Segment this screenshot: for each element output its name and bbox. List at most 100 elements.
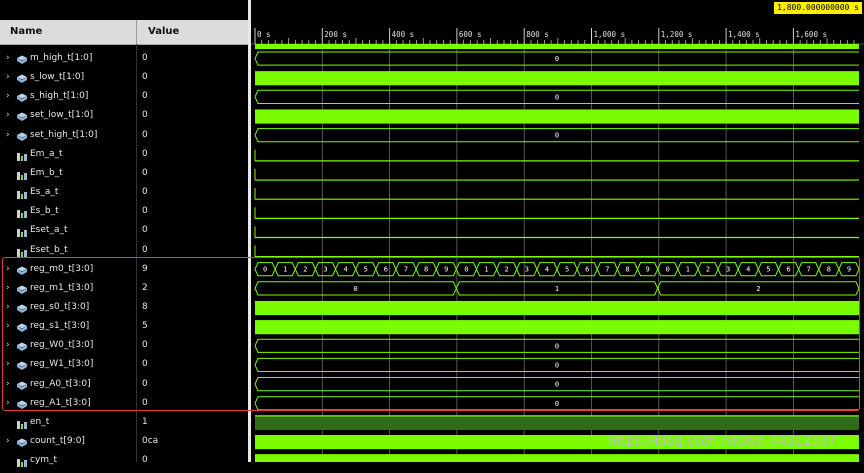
signal-row[interactable]: Eset_b_t 0 bbox=[0, 241, 248, 260]
signal-row[interactable]: › count_t[9:0] 0ca bbox=[0, 432, 248, 451]
signal-value: 0 bbox=[142, 110, 148, 121]
signal-value: 5 bbox=[142, 321, 148, 332]
bus-segment-label: 2 bbox=[303, 266, 307, 274]
bus-segment-label: 4 bbox=[545, 266, 549, 274]
column-header: Name Value bbox=[0, 20, 248, 45]
expand-chevron-icon[interactable]: › bbox=[6, 53, 14, 63]
signal-row[interactable]: › reg_W0_t[3:0] 0 bbox=[0, 336, 248, 355]
bus-segment-label: 2 bbox=[756, 285, 760, 293]
bit-signal-icon bbox=[16, 224, 28, 238]
signal-value: 0 bbox=[142, 72, 148, 83]
signal-row[interactable]: Em_a_t 0 bbox=[0, 145, 248, 164]
expand-chevron-icon[interactable]: › bbox=[6, 283, 14, 293]
signal-name: reg_s1_t[3:0] bbox=[30, 321, 90, 332]
bus-segment-label: 6 bbox=[585, 266, 589, 274]
signal-row[interactable]: › reg_A1_t[3:0] 0 bbox=[0, 394, 248, 413]
waveform-canvas[interactable]: 0 s 200 s 400 s 600 s 800 s 1,000 s 1,200 s 1,4… bbox=[251, 0, 864, 462]
bus-segment-label: 5 bbox=[565, 266, 569, 274]
expand-chevron-icon[interactable]: › bbox=[6, 130, 14, 140]
bus-signal-icon bbox=[16, 282, 28, 294]
bus-segment-label: 6 bbox=[786, 266, 790, 274]
bit-signal-icon bbox=[16, 186, 28, 200]
high-bit-fill bbox=[255, 415, 859, 430]
bus-segment-label: 0 bbox=[464, 266, 468, 274]
bus-segment-label: 7 bbox=[807, 266, 811, 274]
bus-value-label: 0 bbox=[555, 55, 559, 63]
signal-value: 0 bbox=[142, 397, 148, 408]
bus-segment-label: 1 bbox=[484, 266, 488, 274]
bus-value-label: 0 bbox=[555, 381, 559, 389]
expand-chevron-icon[interactable]: › bbox=[6, 379, 14, 389]
signal-name: reg_A1_t[3:0] bbox=[30, 397, 91, 408]
signal-row[interactable]: Es_b_t 0 bbox=[0, 202, 248, 221]
cursor-time-marker[interactable]: 1,800.000000000 s bbox=[774, 2, 862, 14]
bus-segment-label: 5 bbox=[766, 266, 770, 274]
signal-row[interactable]: › s_high_t[1:0] 0 bbox=[0, 87, 248, 106]
bit-signal-icon bbox=[16, 454, 28, 468]
bus-signal-icon bbox=[16, 263, 28, 275]
expand-chevron-icon[interactable]: › bbox=[6, 340, 14, 350]
signal-value: 8 bbox=[142, 301, 148, 312]
signal-row[interactable]: › reg_s1_t[3:0] 5 bbox=[0, 317, 248, 336]
signal-row[interactable]: › set_high_t[1:0] 0 bbox=[0, 126, 248, 145]
bit-signal-icon bbox=[16, 167, 28, 180]
expand-chevron-icon[interactable]: › bbox=[6, 264, 14, 274]
signal-row[interactable]: en_t 1 bbox=[0, 413, 248, 432]
signal-value: 0 bbox=[142, 340, 148, 351]
signal-value: 0 bbox=[142, 167, 148, 178]
ruler-tick-label: 1,600 s bbox=[795, 30, 827, 39]
signal-row[interactable]: Es_a_t 0 bbox=[0, 183, 248, 202]
solid-bus-waveform bbox=[255, 71, 859, 86]
bus-segment-label: 8 bbox=[827, 266, 831, 274]
bus-signal-icon bbox=[16, 129, 28, 141]
expand-chevron-icon[interactable]: › bbox=[6, 436, 14, 446]
signal-name: m_high_t[1:0] bbox=[30, 53, 93, 63]
signal-value: 0 bbox=[142, 187, 148, 198]
signal-value: 0 bbox=[142, 244, 148, 255]
signal-row[interactable]: cym_t 0 bbox=[0, 451, 248, 470]
name-column-header[interactable]: Name bbox=[10, 20, 42, 44]
bus-segment-label: 2 bbox=[706, 266, 710, 274]
signal-name: reg_m0_t[3:0] bbox=[30, 263, 94, 274]
signal-row[interactable]: › m_high_t[1:0] 0 bbox=[0, 49, 248, 68]
signal-row[interactable]: › reg_m1_t[3:0] 2 bbox=[0, 279, 248, 298]
expand-chevron-icon[interactable]: › bbox=[6, 110, 14, 120]
expand-chevron-icon[interactable]: › bbox=[6, 72, 14, 82]
signal-row[interactable]: › s_low_t[1:0] 0 bbox=[0, 68, 248, 87]
column-splitter[interactable] bbox=[136, 20, 137, 44]
signal-name: s_high_t[1:0] bbox=[30, 91, 89, 102]
bit-signal-icon bbox=[16, 205, 28, 219]
bus-segment-label: 8 bbox=[625, 266, 629, 274]
solid-bus-waveform bbox=[255, 109, 859, 124]
signal-value: 0 bbox=[142, 359, 148, 370]
signal-name-panel: Name Value › m_high_t[1:0] 0 › s_low_t[1:0] 0… bbox=[0, 0, 250, 468]
signal-row[interactable]: › reg_A0_t[3:0] 0 bbox=[0, 375, 248, 394]
ruler-tick-label: 1,400 s bbox=[728, 30, 760, 39]
bus-value-label: 0 bbox=[555, 400, 559, 408]
bus-signal-icon bbox=[16, 358, 28, 371]
expand-chevron-icon[interactable]: › bbox=[6, 91, 14, 101]
expand-chevron-icon[interactable]: › bbox=[6, 398, 14, 408]
expand-chevron-icon[interactable]: › bbox=[6, 321, 14, 331]
expand-chevron-icon[interactable]: › bbox=[6, 302, 14, 312]
signal-row[interactable]: › set_low_t[1:0] 0 bbox=[0, 106, 248, 125]
signal-row[interactable]: › reg_W1_t[3:0] 0 bbox=[0, 355, 248, 374]
signal-name: en_t bbox=[30, 416, 50, 427]
value-column-header[interactable]: Value bbox=[148, 20, 179, 44]
waveform-panel[interactable]: 0 s 200 s 400 s 600 s 800 s 1,000 s 1,200 s 1,4… bbox=[251, 0, 864, 462]
signal-value: 0 bbox=[142, 455, 148, 466]
bus-signal-icon bbox=[16, 71, 28, 84]
bus-signal-icon bbox=[16, 378, 28, 390]
signal-value: 0 bbox=[142, 206, 148, 217]
signal-value: 9 bbox=[142, 263, 148, 274]
expand-chevron-icon[interactable]: › bbox=[6, 359, 14, 369]
signal-row[interactable]: › reg_m0_t[3:0] 9 bbox=[0, 260, 248, 279]
signal-name: Es_b_t bbox=[30, 206, 59, 217]
bus-signal-icon bbox=[16, 52, 28, 64]
signal-name: Em_b_t bbox=[30, 167, 63, 178]
signal-row[interactable]: Em_b_t 0 bbox=[0, 164, 248, 183]
signal-row[interactable]: Eset_a_t 0 bbox=[0, 221, 248, 240]
bus-segment-label: 1 bbox=[686, 266, 690, 274]
signal-name: reg_W1_t[3:0] bbox=[30, 359, 94, 370]
signal-row[interactable]: › reg_s0_t[3:0] 8 bbox=[0, 298, 248, 317]
